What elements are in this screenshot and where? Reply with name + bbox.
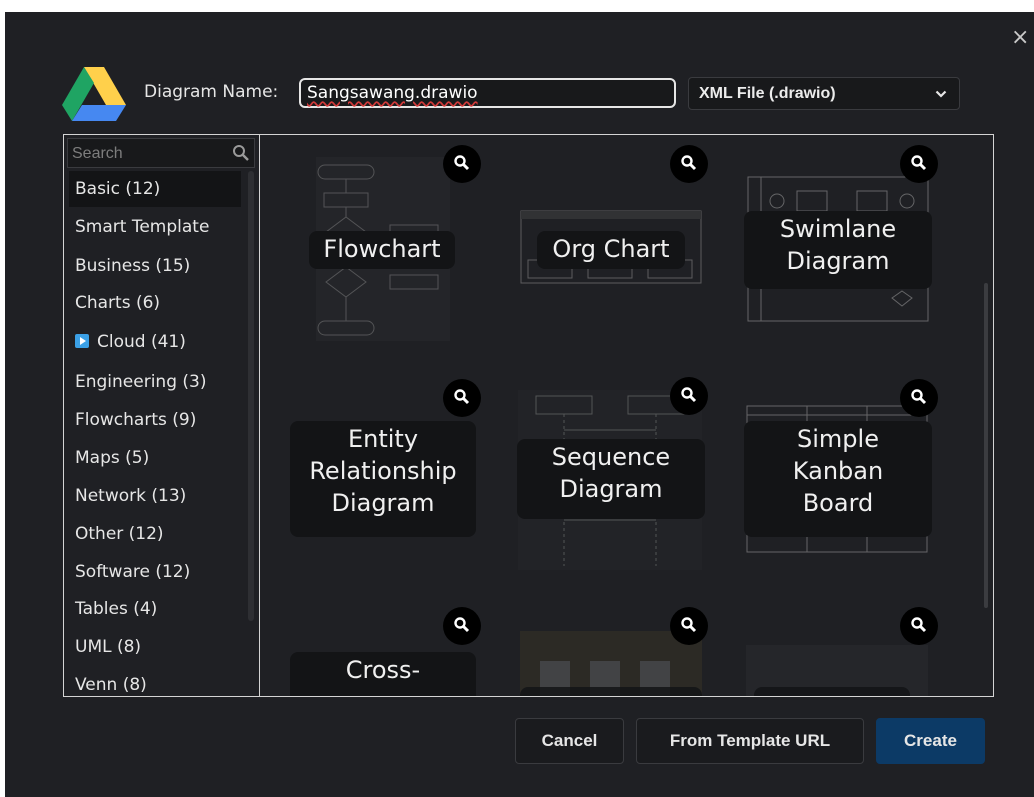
template-label: Simple Kanban Board (744, 421, 932, 537)
magnifier-icon (911, 617, 927, 633)
template-tile-9[interactable] (740, 595, 985, 696)
category-label: Smart Template (75, 217, 210, 237)
template-entity-relationship-diagram[interactable]: Entity Relationship Diagram (260, 365, 500, 595)
zoom-preview-button[interactable] (443, 607, 481, 645)
category-engineering[interactable]: Engineering (3) (69, 364, 241, 400)
category-label: Flowcharts (9) (75, 410, 197, 430)
magnifier-icon (454, 155, 470, 171)
template-label: Swimlane Diagram (744, 211, 932, 289)
category-label: UML (8) (75, 637, 142, 657)
zoom-preview-button[interactable] (670, 377, 708, 415)
template-label (754, 687, 910, 696)
category-label: Maps (5) (75, 448, 150, 468)
sidebar-scrollbar[interactable] (248, 171, 254, 621)
file-format-value: XML File (.drawio) (699, 85, 836, 102)
zoom-preview-button[interactable] (900, 145, 938, 183)
category-label: Venn (8) (75, 675, 147, 695)
category-tables[interactable]: Tables (4) (69, 591, 241, 627)
category-software[interactable]: Software (12) (69, 554, 241, 590)
search-input[interactable]: Search (67, 138, 255, 168)
cancel-button[interactable]: Cancel (515, 718, 624, 764)
template-cross-functional[interactable]: Cross- (260, 595, 500, 696)
magnifier-icon (911, 155, 927, 171)
magnifier-icon (454, 389, 470, 405)
category-uml[interactable]: UML (8) (69, 629, 241, 665)
template-label: Flowchart (309, 231, 455, 269)
magnifier-icon (911, 389, 927, 405)
chevron-down-icon (935, 90, 947, 98)
category-label: Charts (6) (75, 293, 161, 313)
diagram-name-label: Diagram Name: (144, 82, 279, 102)
magnifier-icon (681, 387, 697, 403)
category-label: Software (12) (75, 562, 191, 582)
template-swimlane-diagram[interactable]: Swimlane Diagram (740, 135, 985, 365)
zoom-preview-button[interactable] (443, 145, 481, 183)
category-business[interactable]: Business (15) (69, 248, 241, 284)
create-button[interactable]: Create (876, 718, 985, 764)
template-sequence-diagram[interactable]: Sequence Diagram (500, 365, 740, 595)
category-label: Business (15) (75, 256, 191, 276)
category-smart-template[interactable]: Smart Template (69, 209, 241, 245)
magnifier-icon (454, 617, 470, 633)
category-label: Basic (12) (75, 179, 161, 199)
zoom-preview-button[interactable] (670, 145, 708, 183)
template-panel: Search Basic (12) Smart Template Busines… (63, 134, 994, 697)
template-label: Cross- (290, 652, 476, 696)
category-other[interactable]: Other (12) (69, 516, 241, 552)
close-icon[interactable]: × (1011, 27, 1029, 49)
category-charts[interactable]: Charts (6) (69, 285, 241, 321)
zoom-preview-button[interactable] (900, 379, 938, 417)
category-maps[interactable]: Maps (5) (69, 440, 241, 476)
magnifier-icon (681, 617, 697, 633)
template-grid: Flowchart Org Chart Swimlane Diagram Ent… (260, 135, 993, 696)
category-label: Other (12) (75, 524, 164, 544)
category-network[interactable]: Network (13) (69, 478, 241, 514)
zoom-preview-button[interactable] (900, 607, 938, 645)
file-format-select[interactable]: XML File (.drawio) (688, 77, 960, 110)
category-venn[interactable]: Venn (8) (69, 667, 241, 696)
diagram-name-input[interactable]: Sangsawang.drawio (299, 78, 676, 108)
magnifier-icon (681, 155, 697, 171)
zoom-preview-button[interactable] (670, 607, 708, 645)
category-flowcharts[interactable]: Flowcharts (9) (69, 402, 241, 438)
template-org-chart[interactable]: Org Chart (500, 135, 740, 365)
category-label: Engineering (3) (75, 372, 207, 392)
search-icon[interactable] (232, 144, 250, 162)
template-label: Org Chart (537, 231, 685, 269)
category-label: Tables (4) (75, 599, 158, 619)
category-cloud[interactable]: Cloud (41) (69, 324, 241, 360)
template-simple-kanban-board[interactable]: Simple Kanban Board (740, 365, 985, 595)
category-label: Network (13) (75, 486, 187, 506)
from-template-url-button[interactable]: From Template URL (636, 718, 864, 764)
template-flowchart[interactable]: Flowchart (260, 135, 500, 365)
diagram-name-value: Sangsawang.drawio (307, 83, 478, 103)
zoom-preview-button[interactable] (443, 379, 481, 417)
search-placeholder: Search (72, 145, 123, 162)
template-label: Sequence Diagram (517, 439, 705, 519)
template-tile-8[interactable] (500, 595, 740, 696)
category-basic[interactable]: Basic (12) (69, 171, 241, 207)
cloud-expand-icon[interactable] (75, 334, 89, 348)
template-label: Entity Relationship Diagram (290, 421, 476, 537)
template-label (520, 687, 702, 696)
category-sidebar: Search Basic (12) Smart Template Busines… (64, 135, 260, 696)
google-drive-icon (62, 67, 126, 121)
category-label: Cloud (41) (97, 332, 186, 352)
